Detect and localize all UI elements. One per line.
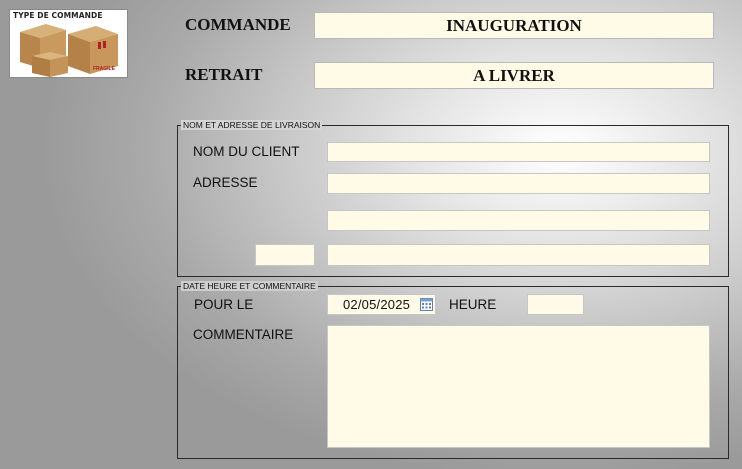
- client-name-field[interactable]: [327, 142, 710, 162]
- time-label: HEURE: [449, 297, 497, 312]
- city-field[interactable]: [327, 244, 710, 266]
- date-value: 02/05/2025: [343, 297, 411, 312]
- comment-textarea[interactable]: [327, 325, 710, 448]
- logo-title: TYPE DE COMMANDE: [13, 11, 103, 20]
- address-label: ADRESSE: [193, 175, 258, 190]
- commande-label: COMMANDE: [185, 15, 291, 34]
- datetime-group-title: DATE HEURE ET COMMENTAIRE: [181, 281, 318, 291]
- commande-field[interactable]: INAUGURATION: [314, 12, 714, 39]
- address-line1-field[interactable]: [327, 173, 710, 194]
- postal-code-field[interactable]: [255, 244, 315, 266]
- order-type-logo: TYPE DE COMMANDE FRAGILE: [9, 9, 128, 78]
- date-picker[interactable]: 02/05/2025: [327, 294, 436, 315]
- client-name-label: NOM DU CLIENT: [193, 144, 300, 159]
- calendar-icon[interactable]: [420, 298, 433, 311]
- logo-box-text: FRAGILE: [93, 66, 115, 72]
- time-field[interactable]: [527, 294, 584, 315]
- retrait-field[interactable]: A LIVRER: [314, 62, 714, 89]
- retrait-label: RETRAIT: [185, 65, 263, 84]
- address-line2-field[interactable]: [327, 210, 710, 231]
- date-label: POUR LE: [194, 297, 254, 312]
- delivery-group-title: NOM ET ADRESSE DE LIVRAISON: [181, 120, 323, 130]
- comment-label: COMMENTAIRE: [193, 327, 294, 342]
